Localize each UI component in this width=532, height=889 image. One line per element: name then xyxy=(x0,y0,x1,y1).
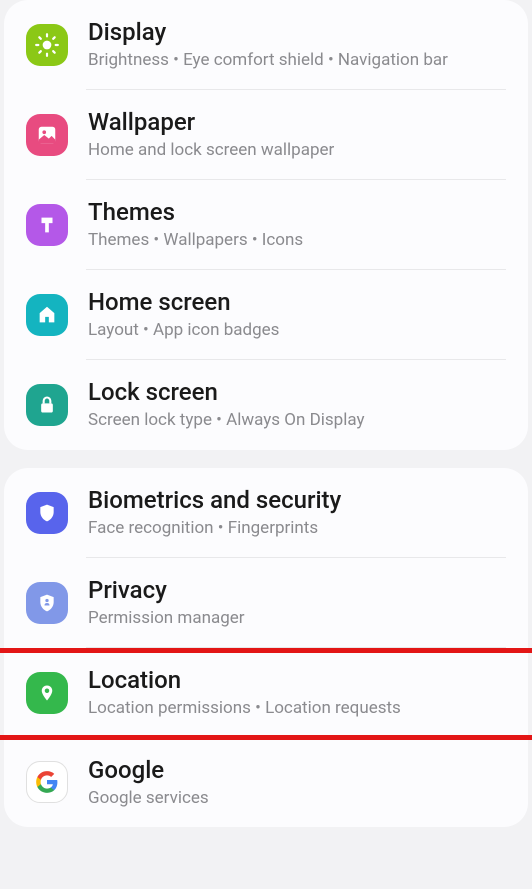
item-title: Google xyxy=(88,756,506,784)
settings-item-biometrics[interactable]: Biometrics and security Face recognition… xyxy=(4,468,528,558)
shield-icon xyxy=(26,492,68,534)
item-content: Location Location permissions • Location… xyxy=(88,666,506,720)
google-icon xyxy=(26,761,68,803)
item-content: Privacy Permission manager xyxy=(88,576,506,630)
item-title: Display xyxy=(88,18,506,46)
brightness-icon xyxy=(26,24,68,66)
item-subtitle: Layout • App icon badges xyxy=(88,319,506,342)
settings-item-lockscreen[interactable]: Lock screen Screen lock type • Always On… xyxy=(4,360,528,450)
item-subtitle: Google services xyxy=(88,787,506,810)
settings-group-display: Display Brightness • Eye comfort shield … xyxy=(4,0,528,450)
item-subtitle: Location permissions • Location requests xyxy=(88,697,506,720)
item-subtitle: Home and lock screen wallpaper xyxy=(88,139,506,162)
settings-item-privacy[interactable]: Privacy Permission manager xyxy=(4,558,528,648)
item-content: Google Google services xyxy=(88,756,506,810)
settings-item-google[interactable]: Google Google services xyxy=(4,738,528,828)
item-content: Home screen Layout • App icon badges xyxy=(88,288,506,342)
themes-icon xyxy=(26,204,68,246)
item-title: Themes xyxy=(88,198,506,226)
item-subtitle: Themes • Wallpapers • Icons xyxy=(88,229,506,252)
item-title: Home screen xyxy=(88,288,506,316)
settings-item-location[interactable]: Location Location permissions • Location… xyxy=(4,648,528,738)
settings-item-wallpaper[interactable]: Wallpaper Home and lock screen wallpaper xyxy=(4,90,528,180)
item-title: Biometrics and security xyxy=(88,486,506,514)
home-icon xyxy=(26,294,68,336)
item-subtitle: Permission manager xyxy=(88,607,506,630)
item-title: Wallpaper xyxy=(88,108,506,136)
item-content: Themes Themes • Wallpapers • Icons xyxy=(88,198,506,252)
location-icon xyxy=(26,672,68,714)
item-title: Location xyxy=(88,666,506,694)
wallpaper-icon xyxy=(26,114,68,156)
privacy-icon xyxy=(26,582,68,624)
item-content: Wallpaper Home and lock screen wallpaper xyxy=(88,108,506,162)
item-content: Biometrics and security Face recognition… xyxy=(88,486,506,540)
settings-group-security: Biometrics and security Face recognition… xyxy=(4,468,528,828)
item-content: Lock screen Screen lock type • Always On… xyxy=(88,378,506,432)
item-subtitle: Screen lock type • Always On Display xyxy=(88,409,506,432)
settings-item-homescreen[interactable]: Home screen Layout • App icon badges xyxy=(4,270,528,360)
item-content: Display Brightness • Eye comfort shield … xyxy=(88,18,506,72)
item-subtitle: Brightness • Eye comfort shield • Naviga… xyxy=(88,49,506,72)
lock-icon xyxy=(26,384,68,426)
settings-item-display[interactable]: Display Brightness • Eye comfort shield … xyxy=(4,0,528,90)
item-subtitle: Face recognition • Fingerprints xyxy=(88,517,506,540)
item-title: Lock screen xyxy=(88,378,506,406)
item-title: Privacy xyxy=(88,576,506,604)
settings-item-themes[interactable]: Themes Themes • Wallpapers • Icons xyxy=(4,180,528,270)
